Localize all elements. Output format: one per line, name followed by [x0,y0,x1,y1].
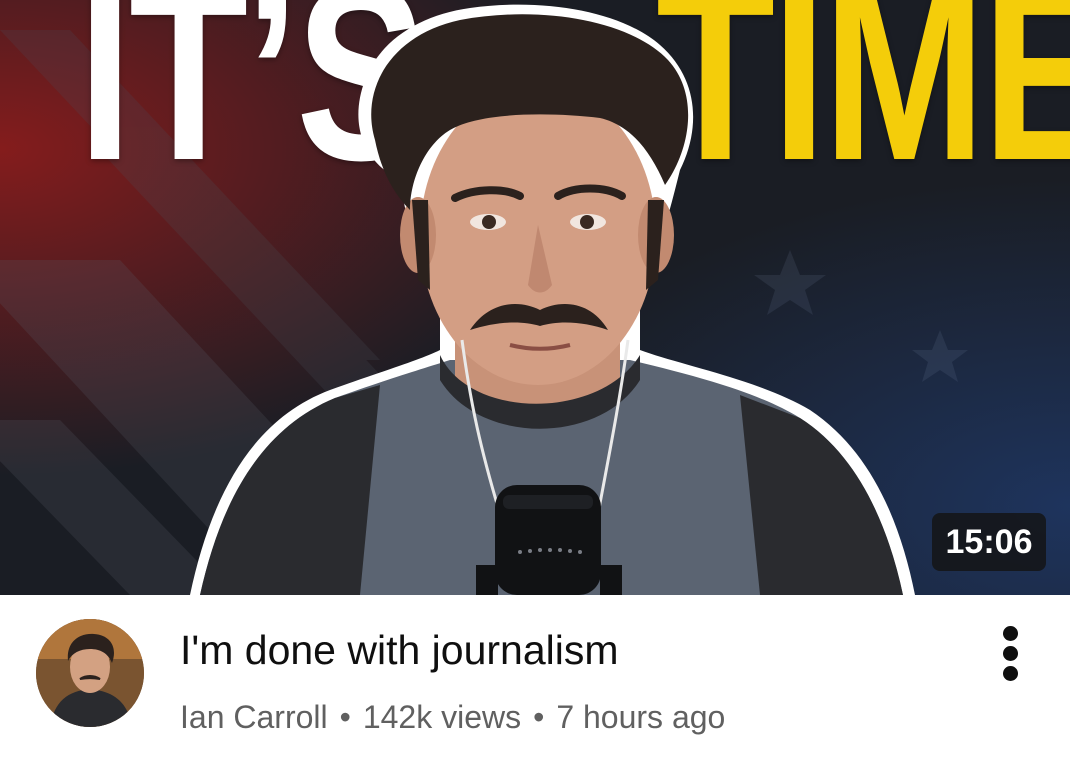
avatar-icon [36,619,144,727]
channel-avatar[interactable] [36,619,144,727]
video-thumbnail[interactable]: IT’S TIME 15:06 [0,0,1070,595]
meta-separator: • [533,699,545,735]
more-options-button[interactable] [984,623,1038,683]
video-card: IT’S TIME 15:06 I'm done with journalism… [0,0,1070,774]
duration-badge: 15:06 [932,513,1046,571]
video-meta-row: I'm done with journalism Ian Carroll • 142… [0,595,1070,774]
channel-name[interactable]: Ian Carroll [180,699,328,735]
meta-separator: • [339,699,351,735]
upload-age: 7 hours ago [556,699,726,735]
thumbnail-person [190,4,915,595]
view-count: 142k views [362,699,522,735]
video-title[interactable]: I'm done with journalism [180,627,619,674]
video-metadata: Ian Carroll • 142k views • 7 hours ago [180,699,725,736]
